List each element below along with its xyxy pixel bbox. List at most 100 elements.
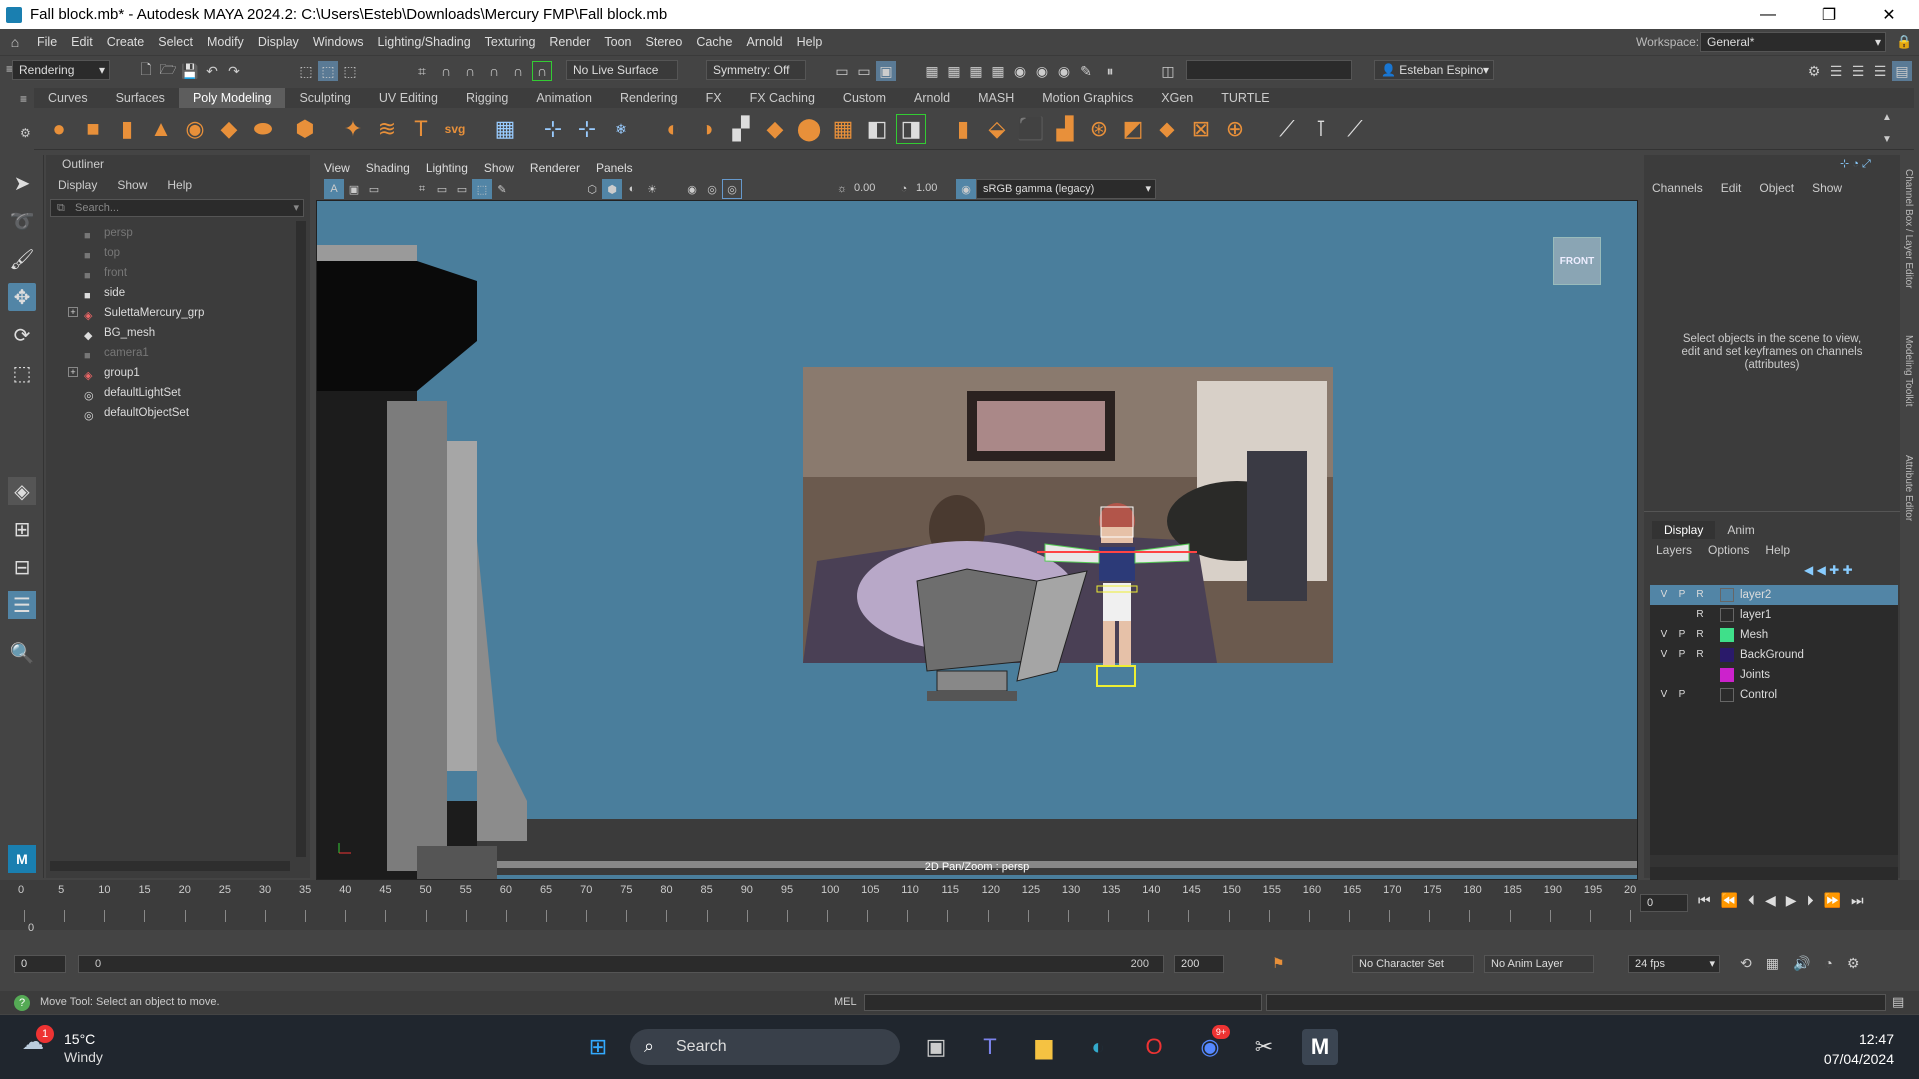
viewport-menu-lighting[interactable]: Lighting [418,158,476,178]
extract-icon[interactable]: ▞ [726,114,756,144]
poly-cylinder-icon[interactable]: ▮ [112,114,142,144]
select-object-icon[interactable]: ⬚ [318,61,338,81]
poly-disc-icon[interactable]: ⬬ [248,114,278,144]
exposure-value[interactable]: 0.00 [854,182,875,194]
panel-divider[interactable] [1644,511,1900,512]
mel-label[interactable]: MEL [834,996,857,1008]
viewport-menu-show[interactable]: Show [476,158,522,178]
viewport-menu-renderer[interactable]: Renderer [522,158,588,178]
layer-menu-layers[interactable]: Layers [1652,541,1704,559]
range-end-field[interactable]: 200 [1174,955,1224,973]
layer-color-swatch[interactable] [1720,608,1734,622]
outliner-item-persp[interactable]: ■ persp [46,223,296,243]
shelf-tab-turtle[interactable]: TURTLE [1207,88,1283,108]
shelf-tab-xgen[interactable]: XGen [1147,88,1207,108]
fill-hole-icon[interactable]: ⊛ [1084,114,1114,144]
sidebar-toggle-icon[interactable]: ◫ [1158,61,1178,81]
multi-cut-icon[interactable]: ⊕ [1220,114,1250,144]
target-weld-icon[interactable]: ⊠ [1186,114,1216,144]
select-hierarchy-icon[interactable]: ⬚ [296,61,316,81]
poly-platonic-icon[interactable]: ⬢ [290,114,320,144]
pause-icon[interactable]: ⏸ [1100,61,1120,81]
smooth-icon[interactable]: ⬤ [794,114,824,144]
menu-file[interactable]: File [30,35,64,49]
xray-joints-icon[interactable]: ◎ [722,179,742,199]
super-shape-icon[interactable]: ✦ [338,114,368,144]
outliner-menu-show[interactable]: Show [105,175,155,195]
symmetrize-icon[interactable]: ◨ [896,114,926,144]
uv-layout-icon[interactable]: ⊹ [572,114,602,144]
layer-r-toggle[interactable]: R [1692,628,1708,642]
bridge-icon[interactable]: ⬛ [1016,114,1046,144]
select-component-icon[interactable]: ⬚ [340,61,360,81]
maximize-button[interactable]: ❐ [1806,0,1852,29]
expand-icon[interactable]: + [68,367,78,377]
layer-v-toggle[interactable] [1656,608,1672,622]
layer-v-toggle[interactable]: V [1656,588,1672,602]
layer-menu-options[interactable]: Options [1704,541,1761,559]
outliner-item-sulettamercury_grp[interactable]: + ◈ SulettaMercury_grp [46,303,296,323]
separate-icon[interactable]: ◑ [692,114,722,144]
layer-row-background[interactable]: V P R BackGround [1650,645,1898,665]
live-surface-field[interactable]: No Live Surface [566,60,678,80]
layer-row-joints[interactable]: Joints [1650,665,1898,685]
channel-menu-object[interactable]: Object [1751,177,1804,199]
lasso-tool-icon[interactable]: ➰ [8,207,36,235]
resolution-gate-icon[interactable]: ▭ [452,179,472,199]
layer-p-toggle[interactable]: P [1674,688,1690,702]
append-icon[interactable]: ▟ [1050,114,1080,144]
shelf-tab-custom[interactable]: Custom [829,88,900,108]
arnold-render-icon[interactable]: ◉ [1032,61,1052,81]
outliner-menu-display[interactable]: Display [46,175,105,195]
sweep-mesh-icon[interactable]: ≋ [372,114,402,144]
auto-key-icon[interactable]: ⚑ [1272,955,1285,972]
outliner-item-front[interactable]: ■ front [46,263,296,283]
single-pane-layout-icon[interactable]: ◈ [8,477,36,505]
view-cube[interactable]: FRONT [1553,237,1601,285]
layer-color-swatch[interactable] [1720,668,1734,682]
layer-v-toggle[interactable]: V [1656,648,1672,662]
snap-view-icon[interactable]: ∩ [484,61,504,81]
quick-search-field[interactable] [1186,60,1352,80]
poly-plane-icon[interactable]: ◆ [214,114,244,144]
colorspace-dropdown[interactable]: sRGB gamma (legacy) ▾ [976,179,1156,199]
edge-icon[interactable]: ◐ [1080,1029,1116,1065]
channel-box-icon[interactable]: ☰ [1870,61,1890,81]
layer-editor-icon[interactable]: ▤ [1892,61,1912,81]
menu-arnold[interactable]: Arnold [740,35,790,49]
light-editor-icon[interactable]: ✎ [1076,61,1096,81]
layer-v-toggle[interactable]: V [1656,688,1672,702]
extrude-icon[interactable]: ▮ [948,114,978,144]
outliner-menu-help[interactable]: Help [155,175,200,195]
ipr-render-icon[interactable]: ▦ [966,61,986,81]
exposure-icon[interactable]: ☼ [832,179,852,199]
film-gate-icon[interactable]: ▭ [432,179,452,199]
outliner-scrollbar[interactable] [296,221,306,857]
layer-color-swatch[interactable] [1720,588,1734,602]
grease-pencil-icon[interactable]: ✎ [492,179,512,199]
mel-input[interactable] [864,994,1262,1011]
viewport-menu-shading[interactable]: Shading [358,158,418,178]
search-tool-icon[interactable]: 🔍 [8,639,36,667]
layer-r-toggle[interactable] [1692,668,1708,682]
layer-v-toggle[interactable] [1656,668,1672,682]
layer-r-toggle[interactable] [1692,688,1708,702]
outliner-layout-icon[interactable]: ☰ [8,591,36,619]
layer-p-toggle[interactable] [1674,608,1690,622]
side-tab-modeling-toolkit[interactable]: Modeling Toolkit [1903,335,1914,407]
layer-r-toggle[interactable]: R [1692,648,1708,662]
close-button[interactable]: ✕ [1866,0,1912,29]
channel-box-toggle-icons[interactable]: ⊹ ◔ ⤢ [1840,157,1871,171]
anim-layer-dropdown[interactable]: No Anim Layer [1484,955,1594,973]
layer-row-layer2[interactable]: V P Rlayer2 [1650,585,1898,605]
modeling-toolkit-shelf-icon[interactable]: ▦ [490,114,520,144]
menu-select[interactable]: Select [151,35,200,49]
snap-surface-icon[interactable]: ∩ [508,61,528,81]
render-current-icon[interactable]: ▦ [944,61,964,81]
snap-point-icon[interactable]: ∩ [460,61,480,81]
layer-tab-anim[interactable]: Anim [1715,521,1766,539]
poly-torus-icon[interactable]: ◉ [180,114,210,144]
poly-sphere-icon[interactable]: ● [44,114,74,144]
boolean-icon[interactable]: ◆ [760,114,790,144]
mirror-icon[interactable]: ◧ [862,114,892,144]
